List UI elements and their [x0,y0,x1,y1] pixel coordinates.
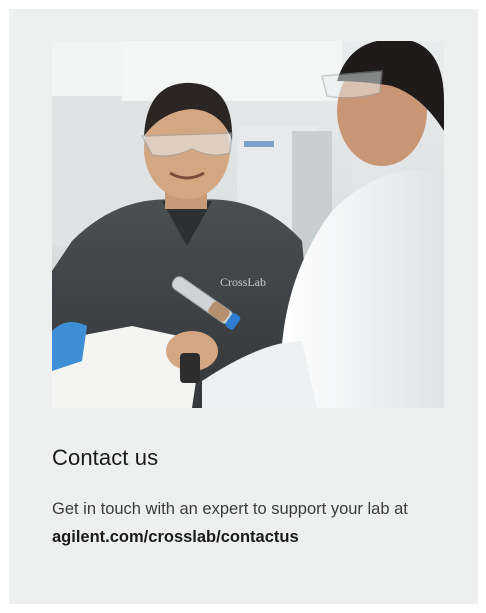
card-description: Get in touch with an expert to support y… [52,495,452,551]
card-title: Contact us [52,445,159,470]
description-text: Get in touch with an expert to support y… [52,500,408,518]
lab-photo-illustration: CrossLab [52,41,444,408]
lab-photo: CrossLab [52,41,444,408]
contact-card: CrossLab Contact us Get in touch with an… [9,9,478,604]
svg-text:CrossLab: CrossLab [220,275,266,289]
contact-link[interactable]: agilent.com/crosslab/contactus [52,528,299,546]
